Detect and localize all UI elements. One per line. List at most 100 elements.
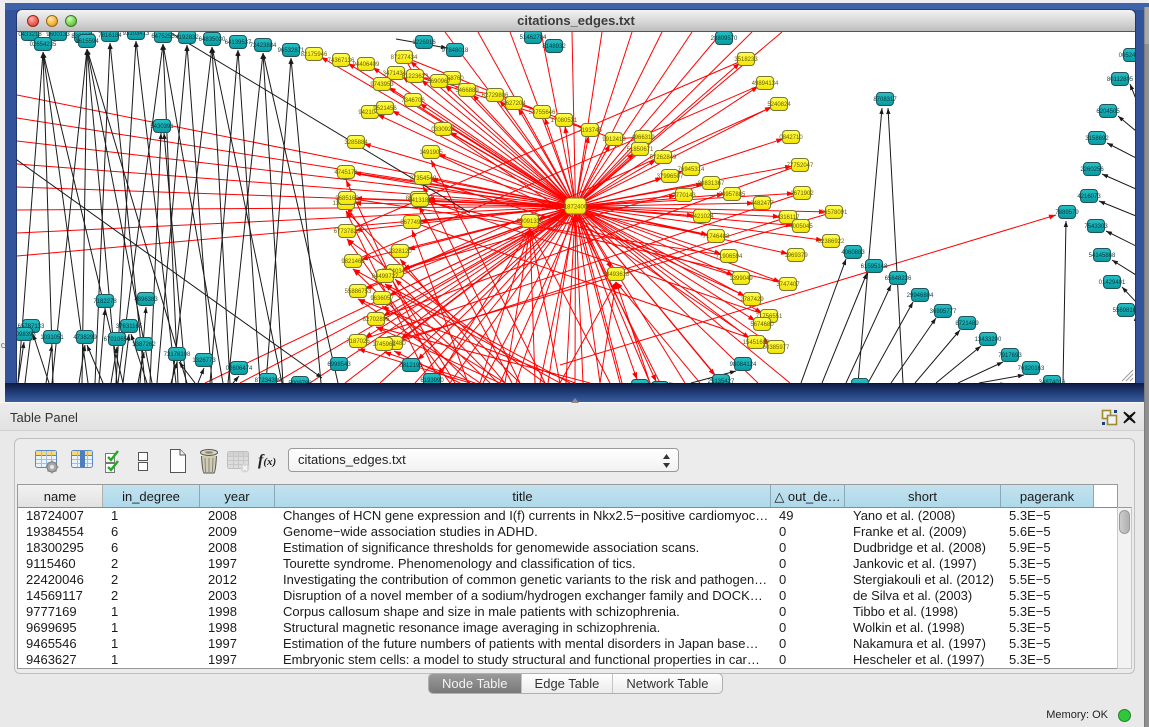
svg-text:74367136: 74367136 bbox=[328, 58, 355, 64]
svg-text:62702895: 62702895 bbox=[363, 317, 390, 323]
svg-text:13433200: 13433200 bbox=[975, 337, 1002, 343]
svg-text:3747407: 3747407 bbox=[776, 282, 800, 288]
svg-text:1745961: 1745961 bbox=[372, 342, 396, 348]
svg-text:62386922: 62386922 bbox=[818, 239, 845, 245]
svg-text:3482477: 3482477 bbox=[750, 201, 774, 207]
svg-text:49894134: 49894134 bbox=[752, 81, 779, 87]
svg-text:9821465: 9821465 bbox=[341, 259, 365, 265]
svg-text:36995777: 36995777 bbox=[930, 309, 957, 315]
svg-text:64835030: 64835030 bbox=[199, 37, 226, 43]
svg-text:0812191: 0812191 bbox=[399, 363, 423, 369]
svg-text:02654235: 02654235 bbox=[30, 42, 57, 48]
svg-text:6998543: 6998543 bbox=[327, 362, 351, 368]
svg-text:01429401: 01429401 bbox=[1099, 280, 1126, 286]
svg-text:51462704: 51462704 bbox=[520, 35, 547, 41]
svg-text:61595148: 61595148 bbox=[861, 264, 888, 270]
svg-text:9743953: 9743953 bbox=[370, 82, 394, 88]
svg-text:6475255: 6475255 bbox=[151, 34, 175, 40]
svg-text:2787429: 2787429 bbox=[740, 297, 764, 303]
svg-text:64139537: 64139537 bbox=[225, 40, 252, 46]
svg-text:4005045: 4005045 bbox=[789, 224, 813, 230]
svg-text:4896383: 4896383 bbox=[134, 297, 158, 303]
svg-text:1326773: 1326773 bbox=[192, 358, 216, 364]
svg-text:93103413: 93103413 bbox=[123, 32, 150, 37]
svg-text:5430391: 5430391 bbox=[150, 124, 174, 130]
svg-text:99091334: 99091334 bbox=[517, 219, 544, 225]
svg-text:6193990: 6193990 bbox=[420, 378, 444, 383]
svg-text:76945314: 76945314 bbox=[678, 167, 705, 173]
svg-text:80831367: 80831367 bbox=[698, 181, 725, 187]
svg-text:5466889: 5466889 bbox=[455, 88, 479, 94]
svg-text:5098393: 5098393 bbox=[17, 332, 36, 338]
svg-text:3158692: 3158692 bbox=[1085, 136, 1109, 142]
svg-text:60385977: 60385977 bbox=[763, 345, 790, 351]
svg-text:1872400: 1872400 bbox=[564, 205, 588, 211]
svg-text:4738299: 4738299 bbox=[73, 335, 97, 341]
svg-text:8708317: 8708317 bbox=[873, 97, 897, 103]
svg-text:6204505: 6204505 bbox=[1096, 109, 1120, 115]
svg-text:72423884: 72423884 bbox=[250, 43, 277, 49]
svg-text:6690967: 6690967 bbox=[427, 79, 451, 85]
svg-text:1399049: 1399049 bbox=[729, 276, 753, 282]
svg-text:4192832: 4192832 bbox=[175, 35, 199, 41]
svg-text:9912419: 9912419 bbox=[602, 137, 626, 143]
svg-text:9521456: 9521456 bbox=[373, 106, 397, 112]
svg-text:4745171: 4745171 bbox=[334, 170, 358, 176]
svg-text:8148932: 8148932 bbox=[542, 44, 566, 50]
svg-text:7917693: 7917693 bbox=[998, 353, 1022, 359]
svg-text:7187026: 7187026 bbox=[346, 339, 370, 345]
svg-text:29946804: 29946804 bbox=[907, 293, 934, 299]
svg-text:67737826: 67737826 bbox=[334, 229, 361, 235]
svg-text:17080531: 17080531 bbox=[551, 118, 578, 124]
svg-text:71746488: 71746488 bbox=[703, 234, 730, 240]
svg-text:82175946: 82175946 bbox=[301, 52, 328, 58]
svg-text:76320163: 76320163 bbox=[1018, 366, 1045, 372]
svg-text:28809570: 28809570 bbox=[711, 36, 738, 42]
svg-text:2328120: 2328120 bbox=[388, 249, 412, 255]
svg-text:67010651: 67010651 bbox=[104, 337, 131, 343]
svg-text:4966319: 4966319 bbox=[631, 135, 655, 141]
svg-text:7193745: 7193745 bbox=[578, 128, 602, 134]
svg-text:3387262: 3387262 bbox=[132, 342, 156, 348]
svg-text:3518233: 3518233 bbox=[734, 57, 758, 63]
svg-text:1615594: 1615594 bbox=[75, 39, 99, 45]
svg-text:4060883: 4060883 bbox=[841, 250, 865, 256]
svg-text:5240824: 5240824 bbox=[767, 102, 791, 108]
svg-text:80112805: 80112805 bbox=[1107, 77, 1134, 83]
svg-text:4216073: 4216073 bbox=[1077, 194, 1101, 200]
svg-text:57262849: 57262849 bbox=[650, 155, 677, 161]
svg-text:3285884: 3285884 bbox=[344, 140, 368, 146]
svg-text:34874016: 34874016 bbox=[1039, 380, 1066, 383]
svg-text:04499727: 04499727 bbox=[372, 274, 399, 280]
svg-text:55886753: 55886753 bbox=[345, 289, 372, 295]
svg-text:1226916: 1226916 bbox=[412, 40, 436, 46]
svg-text:94406409: 94406409 bbox=[353, 62, 380, 68]
svg-text:0842710: 0842710 bbox=[779, 135, 803, 141]
svg-text:25135427: 25135427 bbox=[708, 379, 735, 383]
svg-text:9600133: 9600133 bbox=[46, 32, 70, 38]
svg-text:1491905: 1491905 bbox=[419, 150, 443, 156]
svg-text:37631165: 37631165 bbox=[116, 324, 143, 330]
svg-text:1671902: 1671902 bbox=[790, 191, 814, 197]
svg-text:55698169: 55698169 bbox=[1113, 308, 1135, 314]
svg-text:71906594: 71906594 bbox=[716, 254, 743, 260]
svg-text:53755646: 53755646 bbox=[529, 110, 556, 116]
svg-text:81223623: 81223623 bbox=[402, 74, 429, 80]
svg-text:7816184: 7816184 bbox=[98, 33, 122, 39]
svg-text:7543303: 7543303 bbox=[1084, 224, 1108, 230]
svg-text:0330923: 0330923 bbox=[431, 127, 455, 133]
svg-text:1969379: 1969379 bbox=[784, 253, 808, 259]
svg-text:7770143: 7770143 bbox=[672, 193, 696, 199]
svg-text:2421024: 2421024 bbox=[690, 214, 714, 220]
svg-text:87234309: 87234309 bbox=[255, 378, 282, 383]
svg-text:54145868: 54145868 bbox=[1089, 253, 1116, 259]
svg-text:1031051: 1031051 bbox=[40, 335, 64, 341]
svg-text:37996507: 37996507 bbox=[657, 174, 684, 180]
svg-text:8721489: 8721489 bbox=[955, 321, 979, 327]
svg-text:9636057: 9636057 bbox=[370, 296, 394, 302]
svg-text:9413186: 9413186 bbox=[408, 198, 432, 204]
svg-text:02606474: 02606474 bbox=[226, 366, 253, 372]
svg-text:86578091: 86578091 bbox=[821, 210, 848, 216]
svg-text:62729806: 62729806 bbox=[482, 93, 509, 99]
svg-text:7346706: 7346706 bbox=[401, 98, 425, 104]
